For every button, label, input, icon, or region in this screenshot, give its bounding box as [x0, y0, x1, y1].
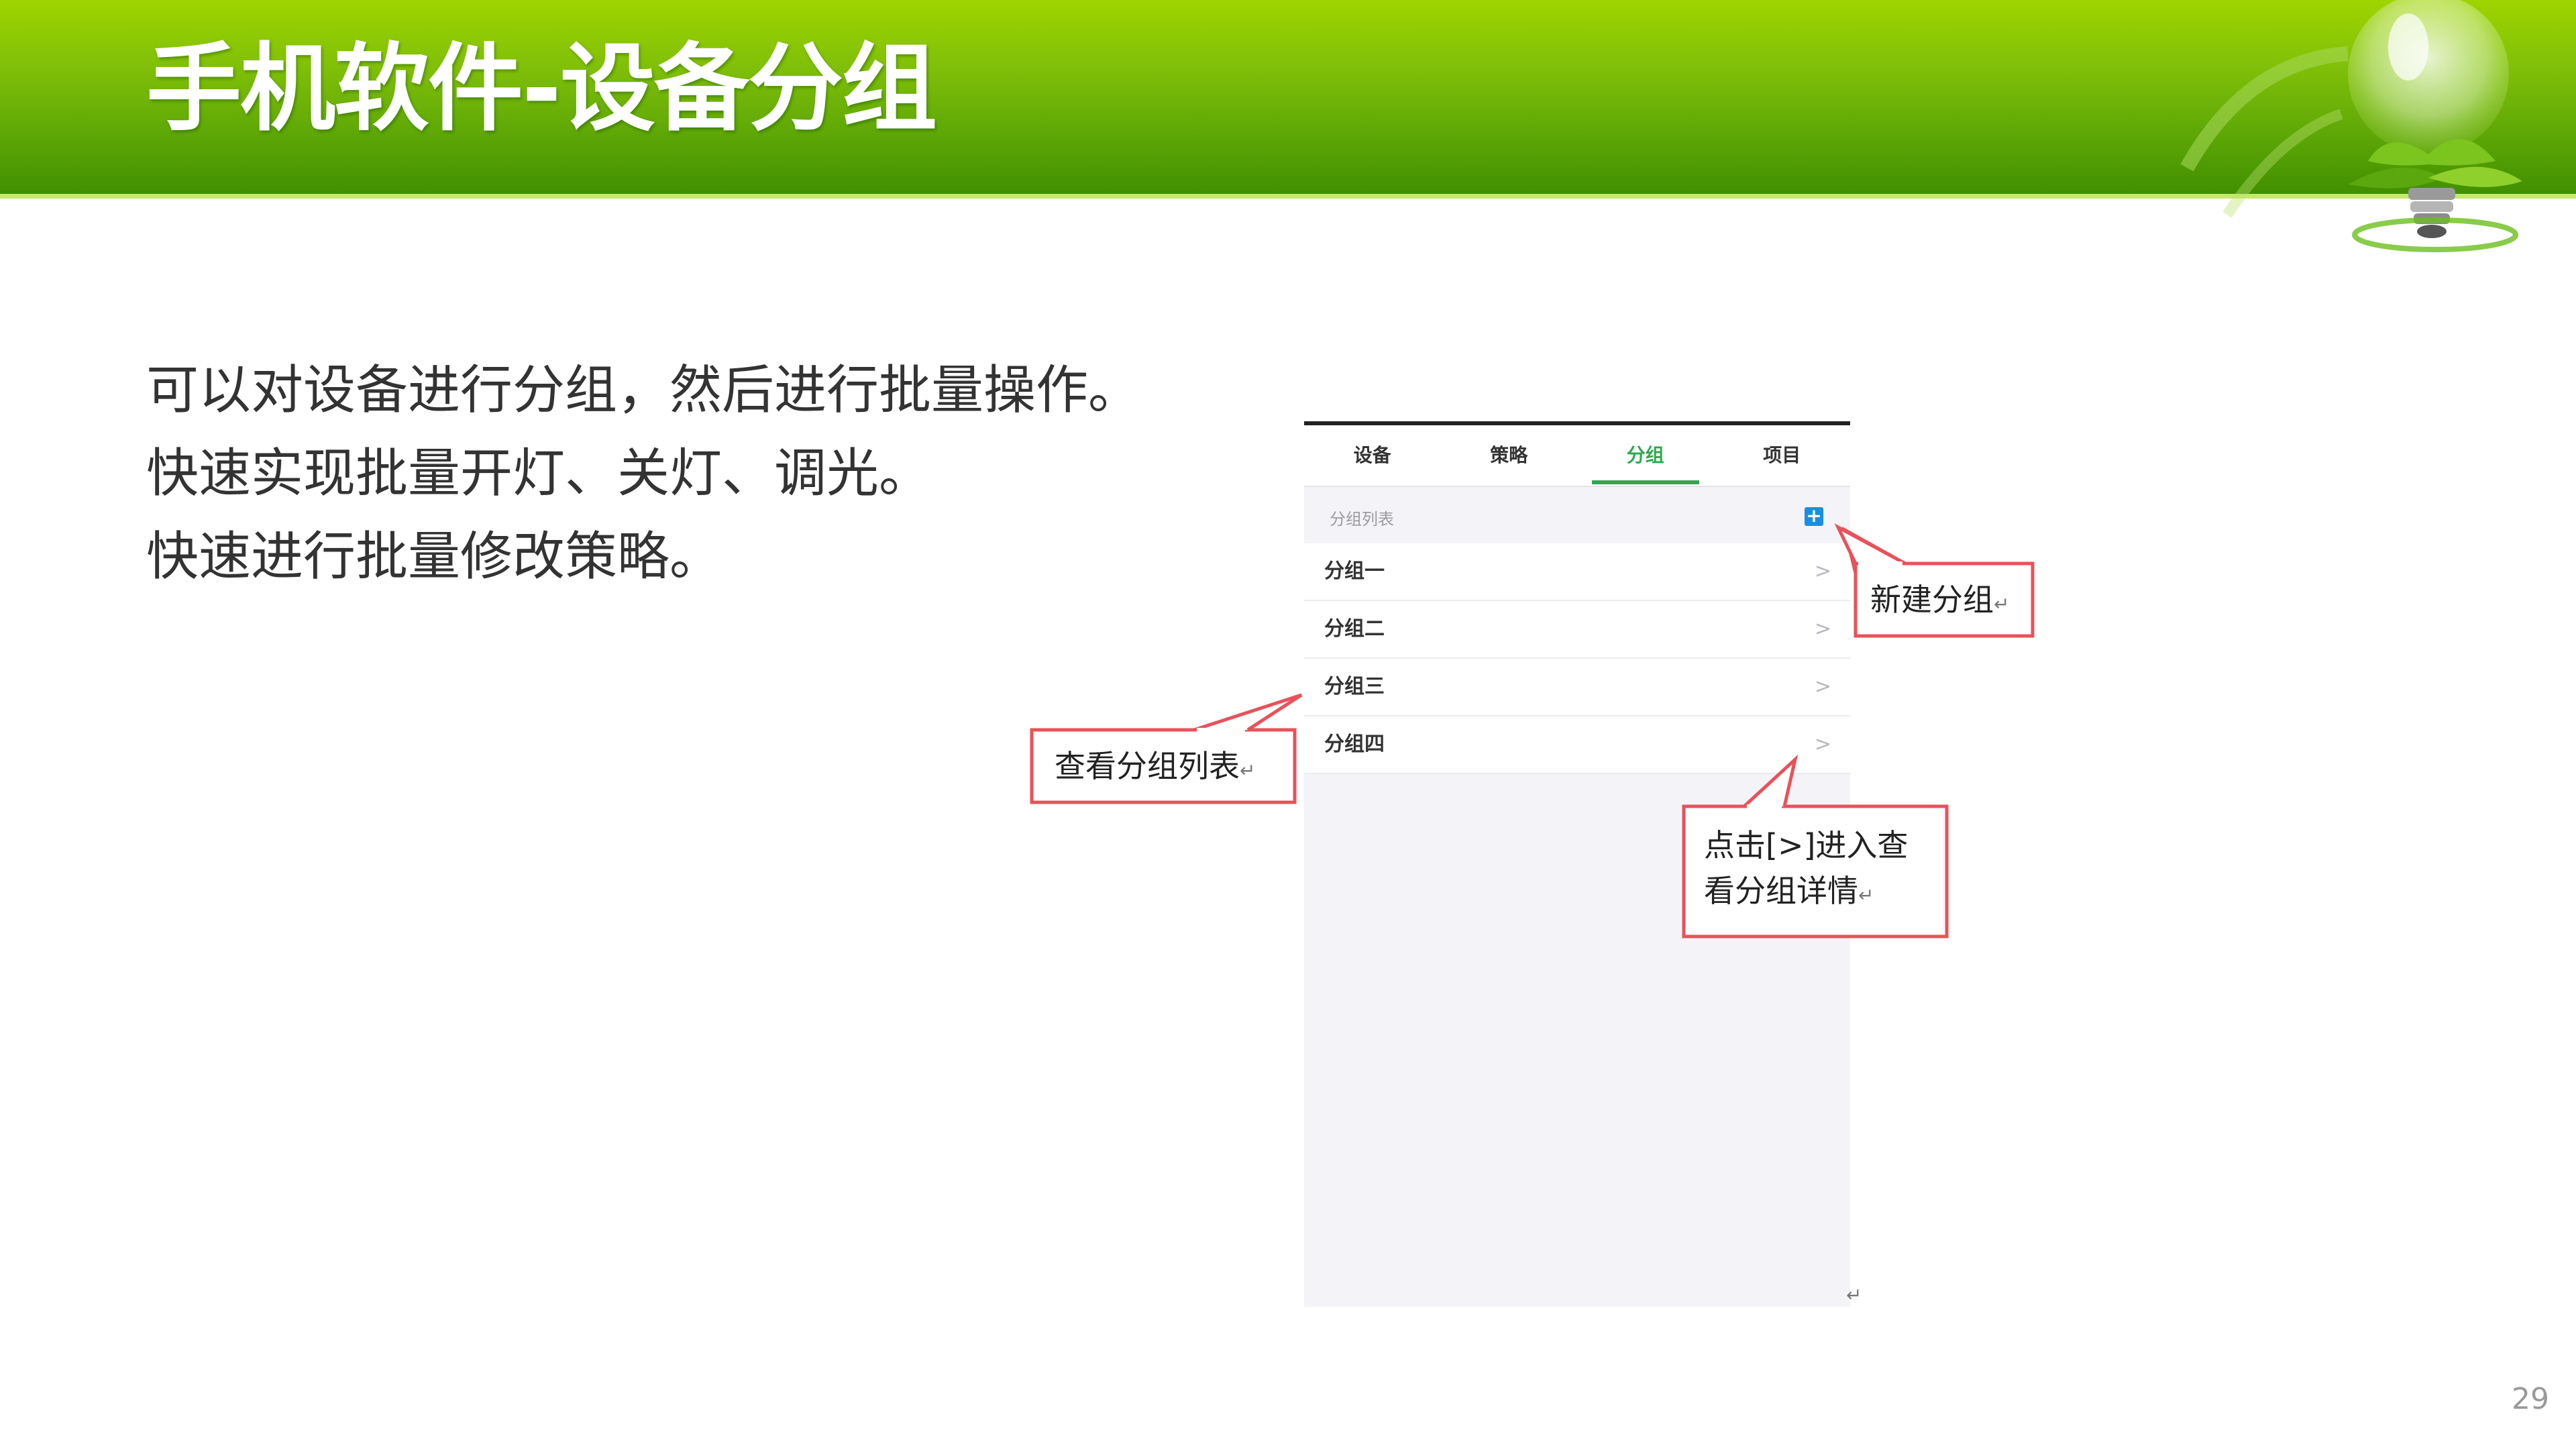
- callout-new-group: 新建分组↵: [1870, 577, 2009, 627]
- callout-group-detail: 点击[>]进入查 看分组详情↵: [1704, 822, 1908, 918]
- group-name: 分组一: [1324, 559, 1385, 583]
- return-mark: ↵: [1240, 759, 1256, 782]
- section-label: 分组列表: [1330, 510, 1394, 529]
- chevron-right-icon[interactable]: >: [1815, 543, 1831, 600]
- group-name: 分组二: [1324, 617, 1385, 641]
- callout-text: 新建分组: [1870, 582, 1994, 618]
- page-number: 29: [2512, 1382, 2549, 1416]
- description-line: 快速进行批量修改策略。: [146, 527, 722, 587]
- return-mark: ↵: [1858, 884, 1874, 906]
- return-mark: ↵: [1994, 593, 2010, 615]
- tab-bar: 设备 策略 分组 项目: [1304, 425, 1850, 487]
- chevron-right-icon[interactable]: >: [1815, 601, 1831, 657]
- list-item[interactable]: 分组一 >: [1304, 543, 1850, 601]
- return-mark: ↵: [1846, 1284, 1862, 1306]
- chevron-right-icon[interactable]: >: [1815, 716, 1831, 773]
- callout-view-list: 查看分组列表↵: [1055, 743, 1255, 794]
- tab-devices[interactable]: 设备: [1304, 425, 1441, 486]
- group-name: 分组三: [1324, 675, 1385, 698]
- tab-strategy[interactable]: 策略: [1441, 425, 1578, 486]
- callout-text: 点击[>]进入查: [1704, 827, 1909, 863]
- list-item[interactable]: 分组二 >: [1304, 601, 1850, 659]
- slide-title: 手机软件-设备分组: [146, 34, 937, 144]
- callout-text: 查看分组列表: [1055, 748, 1240, 784]
- group-name: 分组四: [1324, 733, 1385, 756]
- group-list-header: 分组列表 +: [1304, 488, 1850, 543]
- add-group-button[interactable]: +: [1805, 506, 1823, 526]
- chevron-right-icon[interactable]: >: [1815, 659, 1831, 715]
- description-line: 可以对设备进行分组，然后进行批量操作。: [146, 360, 1141, 421]
- tab-groups[interactable]: 分组: [1577, 425, 1714, 486]
- description-text: 可以对设备进行分组，然后进行批量操作。 快速实现批量开灯、关灯、调光。 快速进行…: [146, 349, 1193, 598]
- group-list: 分组一 > 分组二 > 分组三 > 分组四 >: [1304, 543, 1850, 774]
- list-item[interactable]: 分组四 >: [1304, 716, 1850, 774]
- callout-text: 看分组详情: [1704, 873, 1858, 909]
- tab-projects[interactable]: 项目: [1714, 425, 1851, 486]
- list-item[interactable]: 分组三 >: [1304, 659, 1850, 716]
- lightbulb-icon: [2180, 0, 2522, 252]
- description-line: 快速实现批量开灯、关灯、调光。: [146, 443, 932, 504]
